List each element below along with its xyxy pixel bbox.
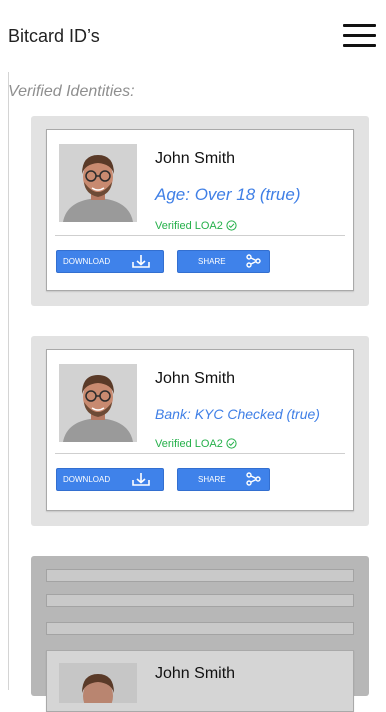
share-button[interactable]: SHARE <box>177 250 270 273</box>
download-label: DOWNLOAD <box>63 475 111 484</box>
stacked-card-edge <box>46 569 354 582</box>
app-title: Bitcard ID’s <box>8 26 100 46</box>
download-label: DOWNLOAD <box>63 257 111 266</box>
share-label: SHARE <box>198 257 226 266</box>
identity-claim: Bank: KYC Checked (true) <box>155 406 320 422</box>
identity-name: John Smith <box>155 665 236 682</box>
stacked-card-edge <box>46 594 354 607</box>
identity-card-wrapper: John Smith Age: Over 18 (true) Verified … <box>31 116 369 306</box>
download-button[interactable]: DOWNLOAD <box>56 250 164 273</box>
identity-card-wrapper: John Smith Bank: KYC Checked (true) Veri… <box>31 336 369 526</box>
identity-card[interactable]: John Smith <box>46 650 354 712</box>
check-circle-icon <box>226 220 237 234</box>
share-label: SHARE <box>198 475 226 484</box>
identity-claim: Age: Over 18 (true) <box>155 185 301 204</box>
avatar <box>59 663 137 703</box>
download-icon <box>132 473 150 486</box>
stacked-card-edge <box>46 622 354 635</box>
left-border <box>8 72 9 690</box>
share-icon <box>246 472 261 486</box>
verified-status: Verified LOA2 <box>155 438 237 452</box>
identity-stack[interactable]: John Smith <box>31 556 369 712</box>
divider <box>55 235 345 236</box>
share-icon <box>246 254 261 268</box>
avatar <box>59 144 137 222</box>
identity-card[interactable]: John Smith Bank: KYC Checked (true) Veri… <box>46 349 354 511</box>
hamburger-menu-icon[interactable] <box>343 24 376 48</box>
verified-status: Verified LOA2 <box>155 220 237 234</box>
identity-name: John Smith <box>155 370 236 387</box>
avatar <box>59 364 137 442</box>
section-label: Verified Identities: <box>8 83 135 100</box>
check-circle-icon <box>226 438 237 452</box>
identity-card[interactable]: John Smith Age: Over 18 (true) Verified … <box>46 129 354 291</box>
download-icon <box>132 255 150 268</box>
divider <box>55 453 345 454</box>
share-button[interactable]: SHARE <box>177 468 270 491</box>
verified-label: Verified LOA2 <box>155 438 223 450</box>
identity-name: John Smith <box>155 150 236 167</box>
verified-label: Verified LOA2 <box>155 220 223 232</box>
download-button[interactable]: DOWNLOAD <box>56 468 164 491</box>
